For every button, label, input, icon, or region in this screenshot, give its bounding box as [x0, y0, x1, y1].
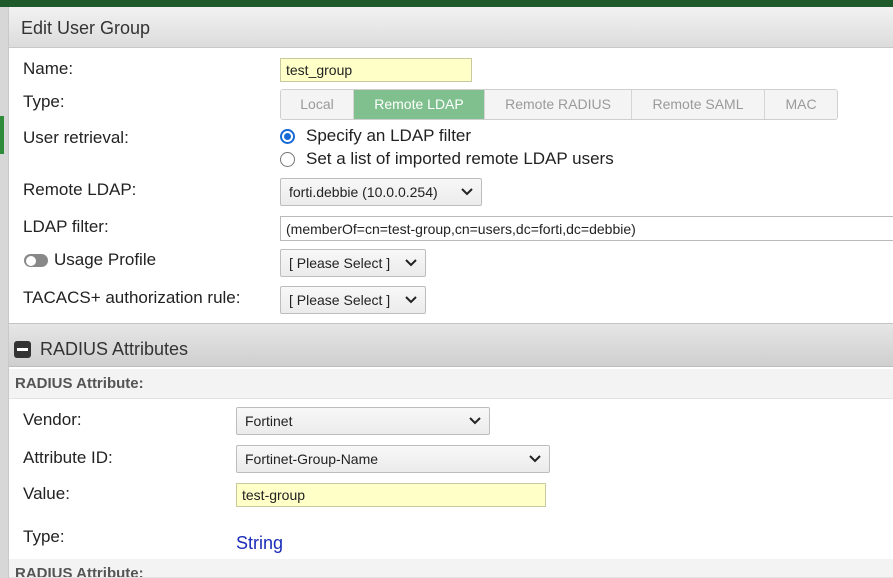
radio-imported-ldap-users-label: Set a list of imported remote LDAP users	[306, 149, 614, 168]
vendor-select[interactable]: Fortinet	[236, 407, 490, 435]
radio-specify-ldap-filter[interactable]: Specify an LDAP filter	[280, 126, 471, 146]
radio-unchecked-icon[interactable]	[280, 151, 295, 167]
collapse-icon[interactable]	[14, 341, 31, 358]
usage-profile-select[interactable]: [ Please Select ]	[280, 249, 426, 277]
type-option-local[interactable]: Local	[281, 90, 354, 119]
panel-header: Edit User Group	[9, 7, 893, 48]
type-label: Type:	[23, 92, 65, 111]
name-label: Name:	[23, 59, 74, 78]
remote-ldap-select[interactable]: forti.debbie (10.0.0.254)	[280, 178, 482, 206]
left-accent	[0, 116, 4, 154]
tacacs-rule-select[interactable]: [ Please Select ]	[280, 286, 426, 314]
radius-attribute-subheader: RADIUS Attribute:	[9, 369, 893, 399]
radio-imported-ldap-users[interactable]: Set a list of imported remote LDAP users	[280, 149, 614, 169]
top-bar	[0, 0, 893, 7]
attribute-type-label: Type:	[23, 527, 65, 546]
radius-attribute-subheader-title: RADIUS Attribute:	[15, 375, 144, 392]
value-input[interactable]	[236, 483, 546, 507]
ldap-filter-label: LDAP filter:	[23, 217, 109, 236]
tacacs-rule-label: TACACS+ authorization rule:	[23, 288, 241, 307]
radius-attributes-title: RADIUS Attributes	[40, 339, 189, 359]
ldap-filter-input[interactable]	[280, 216, 893, 241]
chevron-down-icon	[529, 455, 541, 463]
name-input[interactable]	[280, 58, 472, 82]
remote-ldap-label: Remote LDAP:	[23, 180, 137, 199]
radius-attribute-subheader-next: RADIUS Attribute:	[9, 559, 893, 578]
usage-profile-label: Usage Profile	[54, 250, 157, 269]
chevron-down-icon	[469, 417, 481, 425]
user-retrieval-label: User retrieval:	[23, 128, 129, 147]
type-option-remote-ldap[interactable]: Remote LDAP	[354, 90, 485, 119]
chevron-down-icon	[405, 296, 417, 304]
chevron-down-icon	[405, 259, 417, 267]
attribute-id-label: Attribute ID:	[23, 448, 113, 467]
usage-profile-select-value: [ Please Select ]	[289, 255, 391, 271]
usage-profile-toggle[interactable]	[24, 254, 48, 267]
vendor-select-value: Fortinet	[245, 413, 293, 429]
attribute-id-select[interactable]: Fortinet-Group-Name	[236, 445, 550, 473]
type-option-remote-radius[interactable]: Remote RADIUS	[485, 90, 632, 119]
radio-checked-icon[interactable]	[280, 128, 295, 144]
attribute-type-value: String	[236, 533, 284, 553]
remote-ldap-select-value: forti.debbie (10.0.0.254)	[289, 184, 438, 200]
attribute-id-select-value: Fortinet-Group-Name	[245, 451, 379, 467]
tacacs-rule-select-value: [ Please Select ]	[289, 292, 391, 308]
type-option-remote-saml[interactable]: Remote SAML	[632, 90, 765, 119]
type-selector: Local Remote LDAP Remote RADIUS Remote S…	[280, 89, 838, 120]
radius-attributes-section-header[interactable]: RADIUS Attributes	[9, 323, 893, 367]
page-title: Edit User Group	[21, 18, 151, 38]
vendor-label: Vendor:	[23, 410, 82, 429]
type-option-mac[interactable]: MAC	[765, 90, 837, 119]
radius-attribute-subheader-next-title: RADIUS Attribute:	[15, 565, 144, 578]
edit-user-group-panel: Edit User Group Name: Type: Local Remote…	[8, 7, 893, 578]
value-label: Value:	[23, 484, 70, 503]
chevron-down-icon	[461, 188, 473, 196]
radio-specify-ldap-filter-label: Specify an LDAP filter	[306, 126, 472, 145]
